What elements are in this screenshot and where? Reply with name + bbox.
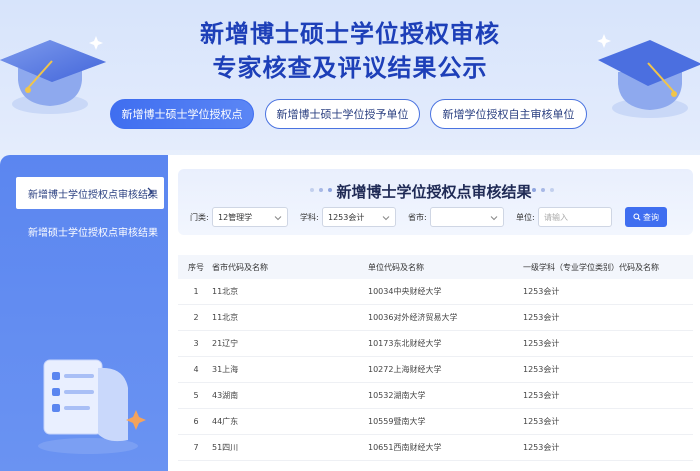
- query-button[interactable]: 查询: [625, 207, 667, 227]
- row-discipline: 1253会计: [523, 417, 560, 426]
- column-header-discipline: 一级学科（专业学位类别）代码及名称: [523, 262, 659, 272]
- table-row: 5 43湖南 10532湖南大学 1253会计: [178, 383, 693, 409]
- unit-input[interactable]: [544, 212, 611, 222]
- row-unit: 10036对外经济贸易大学: [368, 313, 458, 322]
- table-row: 3 21辽宁 10173东北财经大学 1253会计: [178, 331, 693, 357]
- discipline-select-value: 1253会计: [328, 212, 365, 222]
- row-unit: 10651西南财经大学: [368, 443, 442, 452]
- row-number: 1: [193, 287, 199, 296]
- row-number: 6: [193, 417, 199, 426]
- row-unit: 10559暨南大学: [368, 417, 426, 426]
- row-province: 44广东: [212, 417, 239, 426]
- discipline-select[interactable]: 1253会计: [322, 207, 396, 227]
- row-discipline: 1253会计: [523, 339, 560, 348]
- table-row: 6 44广东 10559暨南大学 1253会计: [178, 409, 693, 435]
- table-row: 4 31上海 10272上海财经大学 1253会计: [178, 357, 693, 383]
- row-discipline: 1253会计: [523, 443, 560, 452]
- row-discipline: 1253会计: [523, 365, 560, 374]
- row-discipline: 1253会计: [523, 391, 560, 400]
- row-number: 5: [193, 391, 199, 400]
- province-label: 省市:: [408, 213, 427, 222]
- row-province: 11北京: [212, 313, 239, 322]
- chevron-right-icon: [147, 187, 153, 197]
- row-discipline: 1253会计: [523, 313, 560, 322]
- unit-input-box: [538, 207, 612, 227]
- sidebar-item-master-results[interactable]: 新增硕士学位授权点审核结果: [16, 215, 164, 247]
- category-label: 门类:: [190, 213, 209, 222]
- results-panel: 新增博士学位授权点审核结果 门类: 12管理学 学科: 1253会计 省市: 单…: [168, 155, 700, 471]
- query-button-label: 查询: [643, 212, 659, 222]
- table-row: 7 51四川 10651西南财经大学 1253会计: [178, 435, 693, 461]
- row-unit: 10532湖南大学: [368, 391, 426, 400]
- row-unit: 10034中央财经大学: [368, 287, 442, 296]
- table-row: 2 11北京 10036对外经济贸易大学 1253会计: [178, 305, 693, 331]
- sidebar-item-doctoral-results[interactable]: 新增博士学位授权点审核结果: [16, 177, 164, 209]
- column-header-unit: 单位代码及名称: [368, 262, 424, 272]
- category-select[interactable]: 12管理学: [212, 207, 288, 227]
- row-discipline: 1253会计: [523, 287, 560, 296]
- panel-title: 新增博士学位授权点审核结果: [336, 183, 532, 201]
- decorative-dots-icon: [532, 188, 554, 192]
- category-select-value: 12管理学: [218, 212, 253, 222]
- chevron-down-icon: [382, 216, 390, 221]
- column-header-no: 序号: [188, 262, 204, 272]
- table-row: 1 11北京 10034中央财经大学 1253会计: [178, 279, 693, 305]
- row-province: 31上海: [212, 365, 239, 374]
- chevron-down-icon: [490, 216, 498, 221]
- tab-doctoral-master-degree-units[interactable]: 新增博士硕士学位授予单位: [265, 99, 420, 129]
- row-unit: 10173东北财经大学: [368, 339, 442, 348]
- province-select[interactable]: [430, 207, 504, 227]
- unit-label: 单位:: [516, 213, 535, 222]
- page-title-line2: 专家核查及评议结果公示: [212, 54, 488, 82]
- row-province: 43湖南: [212, 391, 239, 400]
- column-header-province: 省市代码及名称: [212, 262, 268, 272]
- row-unit: 10272上海财经大学: [368, 365, 442, 374]
- row-number: 3: [193, 339, 199, 348]
- row-province: 21辽宁: [212, 339, 239, 348]
- row-province: 11北京: [212, 287, 239, 296]
- discipline-label: 学科:: [300, 213, 319, 222]
- table-header: 序号 省市代码及名称 单位代码及名称 一级学科（专业学位类别）代码及名称: [178, 255, 693, 279]
- chevron-down-icon: [274, 216, 282, 221]
- sidebar-item-label: 新增博士学位授权点审核结果: [28, 189, 158, 201]
- sidebar-item-label: 新增硕士学位授权点审核结果: [28, 227, 158, 239]
- row-number: 2: [193, 313, 199, 322]
- page-title-line1: 新增博士硕士学位授权审核: [200, 20, 500, 48]
- row-number: 4: [193, 365, 199, 374]
- document-checklist-illustration: [38, 359, 146, 454]
- search-icon: [633, 213, 641, 221]
- tab-self-review-units[interactable]: 新增学位授权自主审核单位: [430, 99, 587, 129]
- row-number: 7: [193, 443, 199, 452]
- row-province: 51四川: [212, 443, 239, 452]
- tab-doctoral-master-auth-points[interactable]: 新增博士硕士学位授权点: [110, 99, 254, 129]
